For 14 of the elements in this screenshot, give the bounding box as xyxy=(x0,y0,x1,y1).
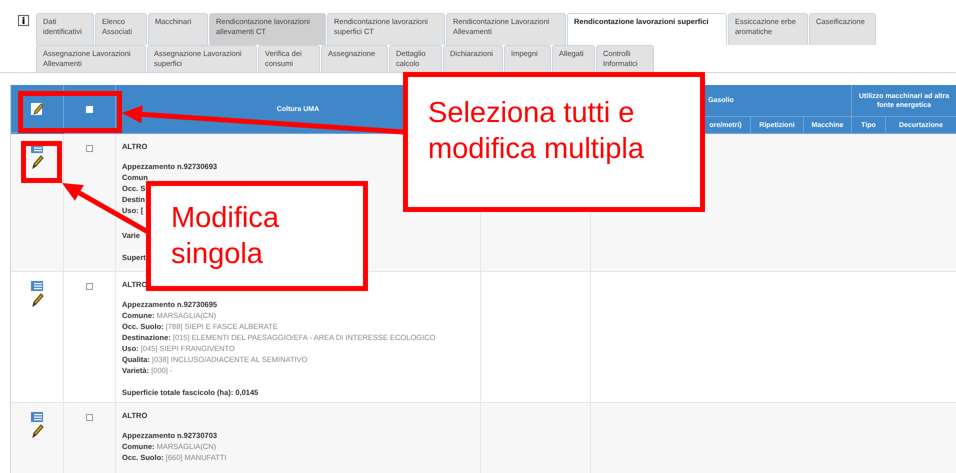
highlight-frame xyxy=(21,141,62,183)
info-icon[interactable] xyxy=(18,15,29,26)
edit-icon[interactable] xyxy=(30,154,44,170)
row-checkbox[interactable] xyxy=(86,414,93,421)
edit-icon[interactable] xyxy=(30,423,44,439)
row-checkbox[interactable] xyxy=(86,145,93,152)
row-checkbox[interactable] xyxy=(86,283,93,290)
list-icon[interactable] xyxy=(31,281,43,291)
list-icon[interactable] xyxy=(31,412,43,422)
edit-all-icon[interactable] xyxy=(30,102,44,116)
select-all-checkbox[interactable] xyxy=(86,106,93,112)
edit-icon[interactable] xyxy=(30,292,44,308)
callout-note: Seleziona tutti e modifica multipla xyxy=(403,72,705,212)
callout-note: Modifica singola xyxy=(146,181,368,291)
